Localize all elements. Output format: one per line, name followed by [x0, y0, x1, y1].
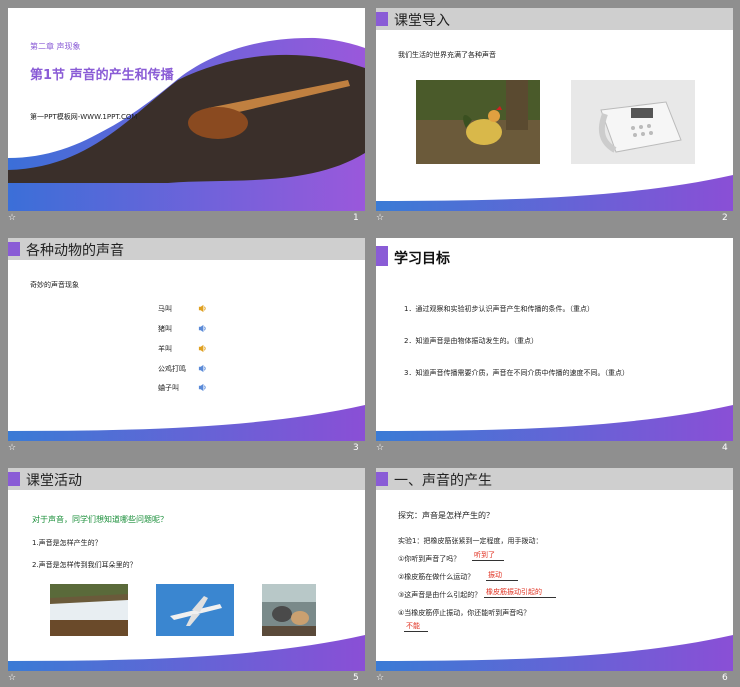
slide-number: 6 — [722, 673, 728, 683]
title-accent — [376, 12, 388, 26]
star-icon[interactable]: ☆ — [376, 673, 384, 683]
bottom-wave — [8, 405, 365, 441]
qa-question: ③这声音是由什么引起的？ — [398, 591, 482, 599]
goal-item: 3．知道声音传播需要介质，声音在不同介质中传播的速度不同。（重点） — [404, 369, 629, 377]
bottom-wave — [376, 635, 733, 671]
question-item: 2.声音是怎样传到我们耳朵里的？ — [32, 561, 137, 569]
telephone-photo — [571, 80, 695, 164]
slide-number: 3 — [353, 443, 359, 453]
airplane-photo — [156, 584, 234, 636]
animal-item-pig: 猪叫 — [158, 325, 172, 333]
rooster-photo — [416, 80, 540, 164]
speaker-icon[interactable] — [198, 383, 207, 392]
goal-item: 1．通过观察和实验初步认识声音产生和传播的条件。（重点） — [404, 305, 594, 313]
qa-answer: 橡皮筋振动引起的 — [484, 587, 556, 598]
subtitle-text: 奇妙的声音现象 — [30, 281, 79, 289]
slide-6[interactable]: 一、声音的产生 探究：声音是怎样产生的？ 实验1：把橡皮筋张紧到一定程度，用手拨… — [376, 468, 733, 671]
animal-item-horse: 马叫 — [158, 305, 172, 313]
question-item: 1.声音是怎样产生的？ — [32, 539, 102, 547]
intro-text: 我们生活的世界充满了各种声音 — [398, 51, 496, 59]
slide-number: 1 — [353, 213, 359, 223]
star-icon[interactable]: ☆ — [376, 213, 384, 223]
experiment-text: 实验1：把橡皮筋张紧到一定程度，用手拨动： — [398, 537, 543, 545]
star-icon[interactable]: ☆ — [8, 673, 16, 683]
slide-title: 一、声音的产生 — [394, 473, 492, 489]
question-text: 对于声音，同学们想知道哪些问题呢？ — [32, 515, 168, 524]
qa-question: ②橡皮筋在做什么运动？ — [398, 573, 475, 581]
qa-question: ①你听到声音了吗？ — [398, 555, 461, 563]
goal-item: 2．知道声音是由物体振动发生的。（重点） — [404, 337, 538, 345]
slide-number: 4 — [722, 443, 728, 453]
qa-answer: 振动 — [486, 570, 518, 581]
chapter-label: 第二章 声现象 — [30, 42, 81, 51]
slide-title: 课堂活动 — [26, 473, 82, 489]
slide-4[interactable]: 学习目标 1．通过观察和实验初步认识声音产生和传播的条件。（重点） 2．知道声音… — [376, 238, 733, 441]
slide-title: 学习目标 — [394, 251, 450, 267]
site-label: 第一PPT模板网-WWW.1PPT.COM — [30, 113, 138, 121]
bottom-wave — [376, 175, 733, 211]
slide-5[interactable]: 课堂活动 对于声音，同学们想知道哪些问题呢？ 1.声音是怎样产生的？ 2.声音是… — [8, 468, 365, 671]
title-wave-background — [8, 8, 365, 211]
title-accent — [376, 472, 388, 486]
qa-answer: 听到了 — [472, 550, 504, 561]
bottom-wave — [8, 635, 365, 671]
title-accent — [8, 242, 20, 256]
slide-title: 第1节 声音的产生和传播 — [30, 68, 174, 83]
star-icon[interactable]: ☆ — [8, 443, 16, 453]
slide-title: 各种动物的声音 — [26, 243, 124, 259]
animal-item-sheep: 羊叫 — [158, 345, 172, 353]
speaker-icon[interactable] — [198, 364, 207, 373]
slide-title: 课堂导入 — [394, 13, 450, 29]
slide-1[interactable]: 第二章 声现象 第1节 声音的产生和传播 第一PPT模板网-WWW.1PPT.C… — [8, 8, 365, 211]
bottom-wave — [376, 405, 733, 441]
speaker-icon[interactable] — [198, 344, 207, 353]
slide-number: 5 — [353, 673, 359, 683]
title-accent — [8, 472, 20, 486]
qa-question: ④当橡皮筋停止振动，你还能听到声音吗？ — [398, 609, 531, 617]
star-icon[interactable]: ☆ — [376, 443, 384, 453]
speaker-icon[interactable] — [198, 304, 207, 313]
divers-photo — [262, 584, 316, 636]
star-icon[interactable]: ☆ — [8, 213, 16, 223]
animal-item-rooster: 公鸡打鸣 — [158, 365, 186, 373]
slide-3[interactable]: 各种动物的声音 奇妙的声音现象 马叫 猪叫 羊叫 公鸡打鸣 蛐子叫 — [8, 238, 365, 441]
animal-item-cricket: 蛐子叫 — [158, 384, 179, 392]
speaker-icon[interactable] — [198, 324, 207, 333]
explore-text: 探究：声音是怎样产生的？ — [398, 511, 494, 520]
waterfall-photo — [50, 584, 128, 636]
slide-number: 2 — [722, 213, 728, 223]
title-accent — [376, 246, 388, 266]
